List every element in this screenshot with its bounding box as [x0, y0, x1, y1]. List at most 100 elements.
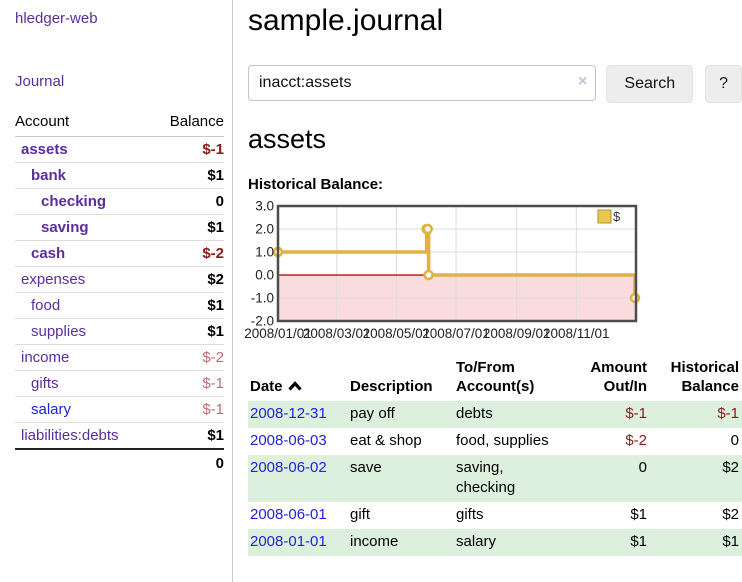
account-balance: $1 — [207, 323, 224, 340]
transaction-date-link[interactable]: 2008-12-31 — [250, 405, 327, 422]
chart-svg: $3.02.01.00.0-1.0-2.02008/01/012008/03/0… — [248, 202, 642, 350]
account-row: expenses$2 — [15, 267, 224, 293]
column-header-amount-out-in[interactable]: Amount Out/In — [568, 356, 650, 401]
svg-text:1.0: 1.0 — [255, 245, 274, 260]
account-heading: assets — [248, 124, 742, 155]
accounts-total-spacer — [15, 449, 152, 476]
transaction-row[interactable]: 2008-06-03eat & shopfood, supplies$-20 — [248, 428, 742, 455]
account-link[interactable]: expenses — [21, 271, 85, 288]
main-content: sample.journal × Search ? assets Histori… — [248, 0, 742, 556]
account-row: checking 0 — [15, 189, 224, 215]
account-balance: $-2 — [202, 245, 224, 262]
data-point-marker — [425, 271, 433, 279]
transaction-accounts: salary — [454, 529, 568, 556]
account-row: saving $1 — [15, 215, 224, 241]
column-header-label: Date — [250, 378, 283, 395]
account-balance: $1 — [207, 219, 224, 236]
account-row: income $-2 — [15, 345, 224, 371]
accounts-table: Account Balance assets $-1 bank $1 checking 0… — [15, 111, 224, 476]
transaction-description: pay off — [348, 401, 454, 428]
column-header-date[interactable]: Date — [248, 356, 348, 401]
transactions-header-row: Date Description To/From Account(s) Amount … — [248, 356, 742, 401]
account-row: salary $-1 — [15, 397, 224, 423]
account-balance: 0 — [216, 193, 224, 210]
column-header-label: Historical Balance — [671, 359, 739, 395]
account-link[interactable]: gifts — [31, 375, 59, 392]
legend-label: $ — [613, 209, 621, 224]
column-header-label: To/From Account(s) — [456, 359, 534, 395]
account-link[interactable]: salary — [31, 401, 71, 418]
transaction-date-link[interactable]: 2008-06-02 — [250, 459, 327, 476]
column-header-historical-balance[interactable]: Historical Balance — [650, 356, 742, 401]
transactions-table: Date Description To/From Account(s) Amount … — [248, 356, 742, 556]
search-input-wrap: × — [248, 65, 596, 103]
sort-ascending-icon — [288, 377, 302, 396]
account-row: assets $-1 — [15, 137, 224, 163]
account-link[interactable]: food — [31, 297, 60, 314]
transaction-accounts: food, supplies — [454, 428, 568, 455]
account-link[interactable]: bank — [31, 167, 66, 184]
search-form: × Search ? — [248, 65, 742, 103]
transaction-balance: $1 — [650, 529, 742, 556]
transaction-description: eat & shop — [348, 428, 454, 455]
account-row: food $1 — [15, 293, 224, 319]
account-link[interactable]: liabilities:debts — [21, 427, 119, 444]
transaction-balance: $2 — [650, 455, 742, 502]
account-balance: $-1 — [202, 401, 224, 418]
transaction-amount: $-2 — [568, 428, 650, 455]
svg-text:2008/05/01: 2008/05/01 — [363, 326, 431, 341]
account-row: liabilities:debts $1 — [15, 423, 224, 450]
page-title: sample.journal — [248, 4, 742, 38]
transaction-row[interactable]: 2008-01-01incomesalary$1$1 — [248, 529, 742, 556]
account-link[interactable]: supplies — [31, 323, 86, 340]
svg-text:2008/09/01: 2008/09/01 — [483, 326, 551, 341]
account-balance: $-2 — [202, 349, 224, 366]
svg-text:2.0: 2.0 — [255, 222, 274, 237]
app-brand-link[interactable]: hledger-web — [15, 10, 224, 27]
transaction-date-link[interactable]: 2008-01-01 — [250, 533, 327, 550]
account-balance: $1 — [207, 297, 224, 314]
chart-label: Historical Balance: — [248, 176, 742, 193]
search-help-button[interactable]: ? — [705, 65, 742, 103]
account-balance: $-1 — [202, 375, 224, 392]
transaction-balance: $-1 — [650, 401, 742, 428]
account-link[interactable]: assets — [21, 141, 68, 158]
transaction-description: income — [348, 529, 454, 556]
transaction-amount: $1 — [568, 529, 650, 556]
data-point-marker — [424, 225, 432, 233]
transaction-amount: 0 — [568, 455, 650, 502]
transaction-row[interactable]: 2008-06-02savesaving, checking0$2 — [248, 455, 742, 502]
search-input[interactable] — [248, 65, 596, 101]
svg-text:2008/03/01: 2008/03/01 — [303, 326, 371, 341]
search-button[interactable]: Search — [606, 65, 693, 103]
column-header-label: Description — [350, 378, 433, 395]
transaction-accounts: saving, checking — [454, 455, 568, 502]
sidebar: hledger-web Journal Account Balance asse… — [0, 0, 233, 582]
account-balance: $1 — [207, 427, 224, 444]
account-row: supplies $1 — [15, 319, 224, 345]
accounts-header-account: Account — [15, 111, 152, 137]
transaction-row[interactable]: 2008-06-01giftgifts$1$2 — [248, 502, 742, 529]
accounts-total-value: 0 — [152, 449, 224, 476]
svg-text:2008/11/01: 2008/11/01 — [543, 326, 610, 341]
clear-search-icon[interactable]: × — [578, 74, 587, 90]
transaction-amount: $-1 — [568, 401, 650, 428]
accounts-total-row: 0 — [15, 449, 224, 476]
column-header-description[interactable]: Description — [348, 356, 454, 401]
transaction-accounts: gifts — [454, 502, 568, 529]
svg-text:0.0: 0.0 — [255, 268, 274, 283]
account-balance: $-1 — [202, 141, 224, 158]
transaction-row[interactable]: 2008-12-31pay offdebts$-1$-1 — [248, 401, 742, 428]
accounts-header-row: Account Balance — [15, 111, 224, 137]
transaction-date-link[interactable]: 2008-06-01 — [250, 506, 327, 523]
transaction-date-link[interactable]: 2008-06-03 — [250, 432, 327, 449]
historical-balance-chart: $3.02.01.00.0-1.0-2.02008/01/012008/03/0… — [248, 202, 742, 350]
nav-journal-link[interactable]: Journal — [15, 73, 224, 90]
svg-text:3.0: 3.0 — [255, 199, 274, 214]
svg-text:2008/07/01: 2008/07/01 — [422, 326, 490, 341]
column-header-to-from-account-s-[interactable]: To/From Account(s) — [454, 356, 568, 401]
account-link[interactable]: income — [21, 349, 69, 366]
account-link[interactable]: saving — [41, 219, 89, 236]
account-link[interactable]: cash — [31, 245, 65, 262]
account-link[interactable]: checking — [41, 193, 106, 210]
